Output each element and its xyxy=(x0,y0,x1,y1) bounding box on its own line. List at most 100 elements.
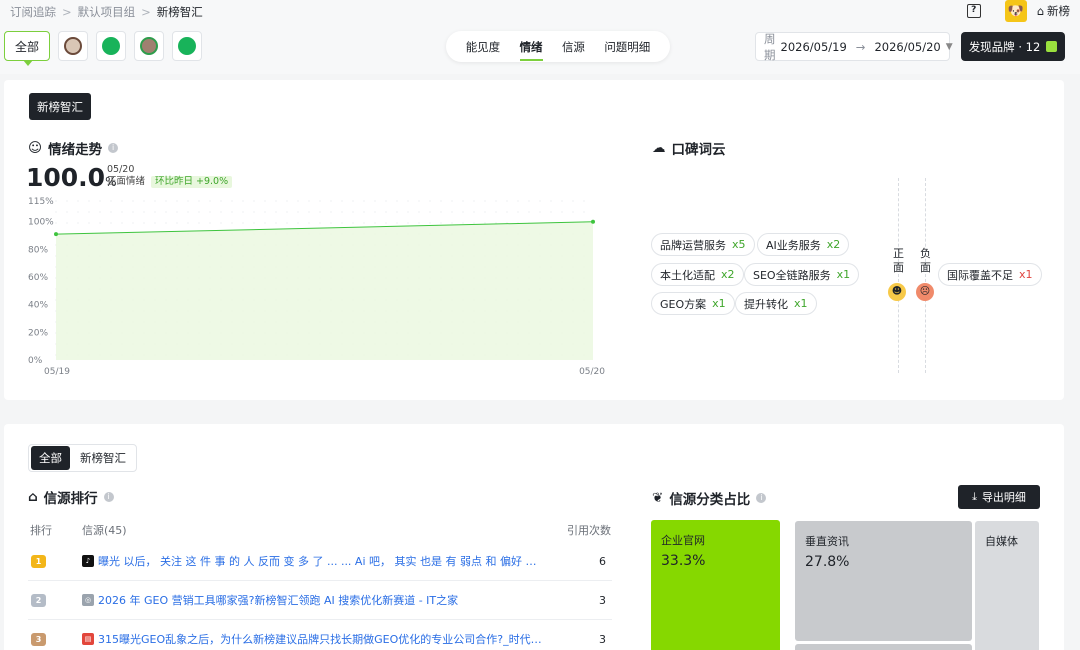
period-end: 2026/05/20 xyxy=(874,39,941,54)
rank-cell: 1 xyxy=(28,554,82,568)
breadcrumb: 订阅追踪 > 默认项目组 > 新榜智汇 xyxy=(10,4,203,20)
breadcrumb-separator: > xyxy=(141,5,151,19)
tile-value: 33.3% xyxy=(661,553,706,569)
person-badge-icon xyxy=(140,37,158,55)
y-tick-label: 20% xyxy=(28,328,48,338)
treemap-tile[interactable]: 自媒体 xyxy=(975,521,1039,650)
tile-value: 27.8% xyxy=(805,554,850,570)
divider-line xyxy=(898,178,899,373)
info-icon[interactable]: i xyxy=(756,493,767,503)
export-details-button[interactable]: ⤓ 导出明细 xyxy=(958,485,1040,509)
pill-text: 国际覆盖不足 xyxy=(947,268,1013,282)
pill-count: x2 xyxy=(721,268,735,281)
source-type-title: ❦ 信源分类占比 i xyxy=(652,488,767,508)
brand-tab-all[interactable]: 全部 xyxy=(4,31,50,66)
source-type-title-text: 信源分类占比 xyxy=(669,492,751,508)
brand-chip[interactable]: 新榜智汇 xyxy=(29,93,91,120)
breadcrumb-separator: > xyxy=(62,5,72,19)
sentiment-trend-chart: 0% 20% 40% 60% 80% 100% 115% 05/19 05/20 xyxy=(28,197,605,377)
download-icon: ⤓ xyxy=(972,490,977,503)
source-filter-brand[interactable]: 新榜智汇 xyxy=(72,446,134,470)
breadcrumb-item-current: 新榜智汇 xyxy=(156,5,203,19)
discover-brands-button[interactable]: 发现品牌 · 12 xyxy=(961,32,1065,61)
negative-label: 负面 xyxy=(920,247,931,274)
happy-face-icon: ☻ xyxy=(888,283,906,301)
green-logo-icon xyxy=(102,37,120,55)
source-filter-all[interactable]: 全部 xyxy=(31,446,70,470)
wordcloud-positive-pill[interactable]: AI业务服务 x2 xyxy=(757,233,850,256)
pill-text: 品牌运营服务 xyxy=(660,238,726,252)
data-point[interactable] xyxy=(591,219,595,224)
positive-label: 正面 xyxy=(893,247,904,274)
pill-text: 提升转化 xyxy=(744,297,788,311)
brand-tab-avatar-2[interactable] xyxy=(96,31,126,61)
table-row[interactable]: 2 ◎ 2026 年 GEO 营销工具哪家强?新榜智汇领跑 AI 搜索优化新赛道… xyxy=(28,581,612,620)
treemap-tile[interactable]: 企业官网 33.3% xyxy=(651,520,780,650)
tab-question-details[interactable]: 问题明细 xyxy=(604,39,650,55)
tab-sentiment[interactable]: 情绪 xyxy=(519,39,543,61)
brand-tab-avatar-1[interactable] xyxy=(58,31,88,61)
wordcloud-positive-pill[interactable]: 品牌运营服务 x5 xyxy=(651,233,755,256)
source-link[interactable]: 315曝光GEO乱象之后，为什么新榜建议品牌只找长期做GEO优化的专业公司合作?… xyxy=(98,631,586,647)
sentiment-delta-badge: 环比昨日 +9.0% xyxy=(151,176,233,188)
y-tick-label: 0% xyxy=(28,356,43,366)
y-tick-label: 115% xyxy=(28,197,54,207)
col-rank-header: 排行 xyxy=(30,524,52,537)
tile-name: 自媒体 xyxy=(985,535,1018,548)
wordcloud-positive-pill[interactable]: 提升转化 x1 xyxy=(735,292,817,315)
top-bar: 订阅追踪 > 默认项目组 > 新榜智汇 ? 🐶 ⌂ 新榜 全部 能见度 情绪 信… xyxy=(0,0,1080,74)
home-link[interactable]: ⌂ 新榜 xyxy=(1037,3,1070,19)
bronze-medal-icon: 3 xyxy=(31,632,46,646)
source-link[interactable]: 曝光 以后， 关注 这 件 事 的 人 反而 变 多 了 ... ... Ai … xyxy=(98,553,586,569)
brand-tab-avatar-3[interactable] xyxy=(134,31,164,61)
citation-count: 6 xyxy=(599,554,606,568)
pill-count: x1 xyxy=(794,297,808,310)
table-row[interactable]: 1 ♪ 曝光 以后， 关注 这 件 事 的 人 反而 变 多 了 ... ...… xyxy=(28,542,612,581)
house-icon: ⌂ xyxy=(28,489,38,505)
home-icon: ⌂ xyxy=(1036,4,1044,18)
y-tick-label: 100% xyxy=(28,218,54,228)
tab-visibility[interactable]: 能见度 xyxy=(466,39,501,55)
silver-medal-icon: 2 xyxy=(31,593,46,607)
rank-cell: 3 xyxy=(28,632,82,646)
y-tick-label: 80% xyxy=(28,245,48,255)
pill-count: x5 xyxy=(732,238,746,251)
divider-line xyxy=(925,178,926,373)
source-link[interactable]: 2026 年 GEO 营销工具哪家强?新榜智汇领跑 AI 搜索优化新赛道 - I… xyxy=(98,592,586,608)
wordcloud-positive-pill[interactable]: 本土化适配 x2 xyxy=(651,263,744,286)
wordcloud-title: ☁ 口碑词云 xyxy=(652,138,726,158)
tile-name: 企业官网 xyxy=(661,534,705,547)
arrow-right-icon: → xyxy=(855,39,866,54)
x-tick-label: 05/19 xyxy=(44,367,70,377)
period-selector[interactable]: 周期 2026/05/19 → 2026/05/20 ▼ xyxy=(755,31,953,62)
series-area xyxy=(56,221,593,360)
help-icon[interactable]: ? xyxy=(966,4,981,18)
pill-count: x2 xyxy=(826,238,841,251)
period-label: 周期 xyxy=(764,31,776,62)
brand-tab-avatar-4[interactable] xyxy=(172,31,202,61)
header-actions: ? 🐶 ⌂ 新榜 xyxy=(966,0,1070,22)
tab-sources[interactable]: 信源 xyxy=(562,39,585,55)
home-label: 新榜 xyxy=(1047,4,1070,18)
data-point[interactable] xyxy=(54,232,58,237)
wordcloud-positive-pill[interactable]: GEO方案 x1 xyxy=(651,292,735,315)
breadcrumb-item-project-group[interactable]: 默认项目组 xyxy=(78,4,136,20)
breadcrumb-item-subscriptions[interactable]: 订阅追踪 xyxy=(10,4,56,20)
wordcloud-positive-pill[interactable]: SEO全链路服务 x1 xyxy=(744,263,860,286)
info-icon[interactable]: i xyxy=(108,143,119,153)
treemap-tile[interactable] xyxy=(795,644,972,650)
info-icon[interactable]: i xyxy=(103,492,114,502)
wordcloud-negative-pill[interactable]: 国际覆盖不足 x1 xyxy=(938,263,1042,286)
smile-face-icon: ☺ xyxy=(28,140,43,156)
x-tick-label: 05/20 xyxy=(579,367,605,377)
mascot-avatar-icon[interactable]: 🐶 xyxy=(1004,0,1027,22)
sentiment-value-number: 100.0 xyxy=(26,163,106,192)
export-label: 导出明细 xyxy=(981,491,1026,504)
treemap-tile[interactable]: 垂直资讯 27.8% xyxy=(795,521,972,641)
sentiment-label: 正面情绪 xyxy=(107,176,146,187)
y-tick-label: 40% xyxy=(28,301,48,311)
sentiment-title: ☺ 情绪走势 i xyxy=(28,138,119,158)
tiktok-icon: ♪ xyxy=(82,555,94,567)
table-row[interactable]: 3 ▤ 315曝光GEO乱象之后，为什么新榜建议品牌只找长期做GEO优化的专业公… xyxy=(28,620,612,650)
source-rank-title-text: 信源排行 xyxy=(43,491,98,507)
